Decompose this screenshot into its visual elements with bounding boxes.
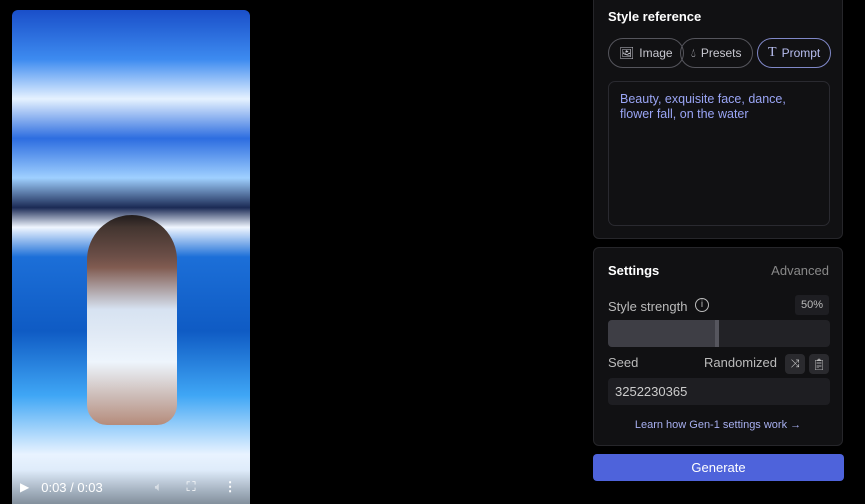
video-frame-figure xyxy=(87,215,177,425)
play-icon[interactable]: ▶ xyxy=(20,480,29,494)
text-icon: T xyxy=(768,45,777,60)
randomized-label: Randomized xyxy=(704,355,777,370)
video-controls: ▶ 0:03 / 0:03 🔈︎ ⛶ ⋮ xyxy=(12,470,250,504)
tab-image[interactable]: 🖼︎ Image xyxy=(608,38,684,68)
slider-fill xyxy=(608,320,719,347)
tab-label: Presets xyxy=(700,46,742,60)
drop-icon: 💧︎ xyxy=(691,45,696,60)
style-reference-title: Style reference xyxy=(608,9,702,24)
shuffle-icon[interactable]: ⤨ xyxy=(785,354,805,374)
settings-panel: Settings Advanced Style strength i 50% S… xyxy=(593,247,843,446)
style-strength-slider[interactable] xyxy=(608,320,830,347)
volume-icon[interactable]: 🔈︎ xyxy=(155,479,163,495)
tab-presets[interactable]: 💧︎ Presets xyxy=(680,38,753,68)
video-time: 0:03 / 0:03 xyxy=(41,479,103,495)
style-reference-panel: Style reference 🖼︎ Image 💧︎ Presets T Promp… xyxy=(593,0,843,239)
fullscreen-icon[interactable]: ⛶ xyxy=(187,479,196,495)
style-strength-value[interactable]: 50% xyxy=(794,295,829,315)
clipboard-icon[interactable]: 📋︎ xyxy=(809,354,829,374)
video-player[interactable]: ▶ 0:03 / 0:03 🔈︎ ⛶ ⋮ xyxy=(12,10,250,504)
more-options-icon[interactable]: ⋮ xyxy=(224,479,237,495)
info-icon[interactable]: i xyxy=(695,298,709,312)
image-icon: 🖼︎ xyxy=(619,46,635,60)
tab-label: Prompt xyxy=(781,46,821,60)
tab-label: Image xyxy=(639,46,673,60)
learn-settings-link[interactable]: Learn how Gen-1 settings work → xyxy=(594,419,842,431)
generate-button[interactable]: Generate xyxy=(593,454,844,481)
tab-prompt[interactable]: T Prompt xyxy=(757,38,832,68)
style-strength-label: Style strength xyxy=(608,299,688,314)
settings-title: Settings xyxy=(608,263,660,278)
seed-label: Seed xyxy=(608,355,639,370)
seed-input[interactable]: 3252230365 xyxy=(608,378,830,405)
prompt-input[interactable]: Beauty, exquisite face, dance, flower fa… xyxy=(608,81,830,226)
advanced-link[interactable]: Advanced xyxy=(771,263,829,278)
